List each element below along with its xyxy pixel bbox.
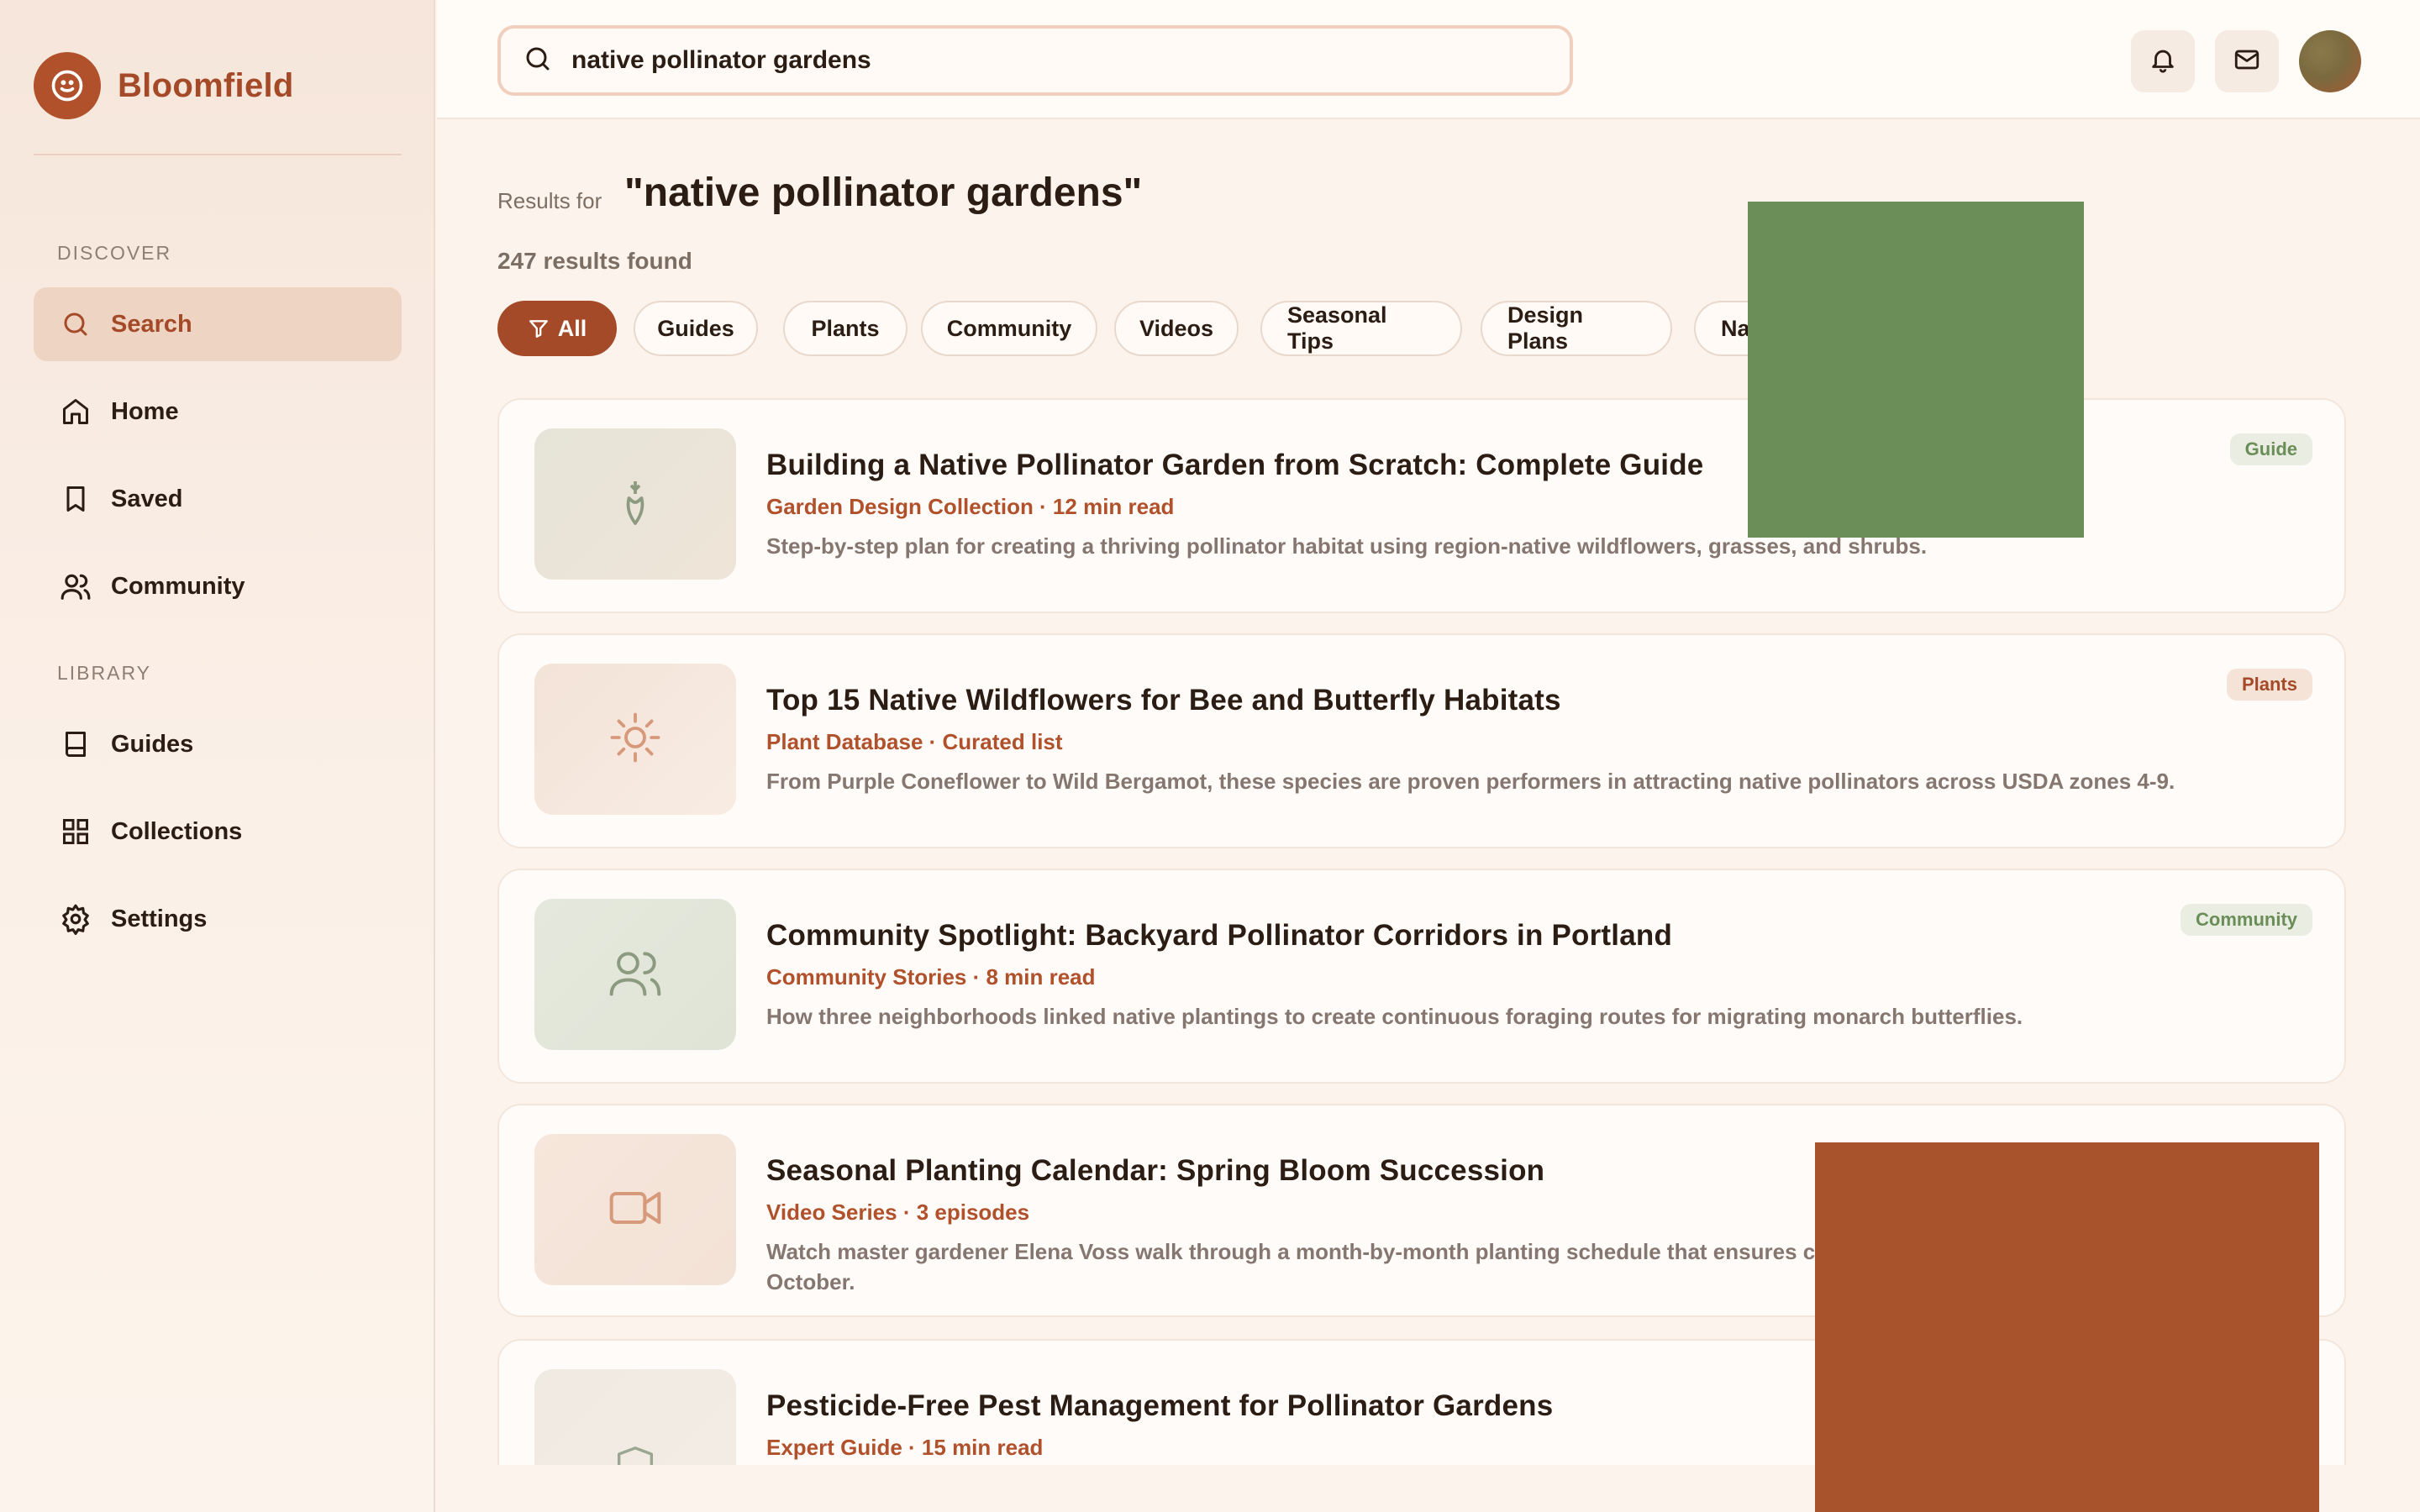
result-thumbnail	[534, 664, 736, 815]
book-icon	[59, 727, 92, 761]
sidebar-item-label: Search	[111, 310, 192, 338]
smiley-logo-icon	[34, 52, 101, 119]
search-bar[interactable]	[497, 25, 1573, 96]
home-icon	[59, 395, 92, 428]
result-meta: Community Stories · 8 min read	[766, 964, 1096, 990]
search-icon	[59, 307, 92, 341]
result-meta: Video Series · 3 episodes	[766, 1200, 1030, 1225]
messages-button[interactable]	[2215, 30, 2279, 92]
filter-chip-plants[interactable]: Plants	[783, 301, 908, 356]
color-block-rust	[1815, 1142, 2319, 1512]
filter-chip-videos[interactable]: Videos	[1114, 301, 1239, 356]
result-title[interactable]: Seasonal Planting Calendar: Spring Bloom…	[766, 1154, 1544, 1188]
result-title[interactable]: Pesticide-Free Pest Management for Polli…	[766, 1389, 1553, 1423]
result-description: From Purple Coneflower to Wild Bergamot,…	[766, 769, 2175, 794]
sidebar-item-label: Home	[111, 397, 179, 425]
video-camera-icon	[607, 1179, 664, 1241]
sidebar-item-community[interactable]: Community	[34, 549, 402, 623]
result-title[interactable]: Building a Native Pollinator Garden from…	[766, 449, 1703, 482]
brand-name: Bloomfield	[118, 66, 294, 104]
section-label-discover: DISCOVER	[57, 242, 172, 264]
grid-icon	[59, 815, 92, 848]
sidebar-item-home[interactable]: Home	[34, 375, 402, 449]
page-title: "native pollinator gardens"	[624, 171, 1143, 215]
sidebar-item-label: Settings	[111, 905, 208, 932]
users-icon	[607, 944, 664, 1005]
result-meta: Garden Design Collection · 12 min read	[766, 494, 1175, 519]
notifications-button[interactable]	[2131, 30, 2195, 92]
sidebar-item-label: Collections	[111, 817, 243, 845]
sidebar-item-search[interactable]: Search	[34, 287, 402, 361]
search-icon	[523, 44, 553, 78]
section-label-library: LIBRARY	[57, 662, 152, 684]
sidebar-item-label: Community	[111, 572, 245, 600]
sidebar-item-settings[interactable]: Settings	[34, 882, 402, 956]
bell-icon	[2149, 45, 2177, 78]
mail-icon	[2233, 45, 2261, 78]
result-card[interactable]: Top 15 Native Wildflowers for Bee and Bu…	[497, 633, 2346, 848]
sidebar-item-guides[interactable]: Guides	[34, 707, 402, 781]
avatar[interactable]	[2299, 30, 2361, 92]
status-badge: Community	[2181, 904, 2312, 936]
result-title[interactable]: Community Spotlight: Backyard Pollinator…	[766, 919, 1672, 953]
sidebar-item-label: Guides	[111, 730, 194, 758]
brand[interactable]: Bloomfield	[34, 52, 294, 119]
gear-icon	[59, 902, 92, 936]
filter-chips: All Guides Plants Community Videos Seaso…	[497, 301, 1926, 356]
color-block-green	[1748, 202, 2084, 538]
filter-chip-design-plans[interactable]: Design Plans	[1481, 301, 1672, 356]
status-badge: Guide	[2229, 433, 2312, 465]
filter-chip-community[interactable]: Community	[921, 301, 1097, 356]
result-thumbnail	[534, 899, 736, 1050]
filter-icon	[528, 318, 550, 339]
bookmark-icon	[59, 482, 92, 516]
sun-icon	[608, 710, 663, 769]
sidebar: Bloomfield DISCOVER Search Home Saved Co…	[0, 0, 435, 1512]
results-for-label: Results for	[497, 188, 602, 213]
filter-chip-guides[interactable]: Guides	[634, 301, 758, 356]
result-meta: Plant Database · Curated list	[766, 729, 1063, 754]
results-count: 247 results found	[497, 248, 692, 274]
result-title[interactable]: Top 15 Native Wildflowers for Bee and Bu…	[766, 684, 1561, 717]
result-thumbnail	[534, 428, 736, 580]
result-card[interactable]: Community Spotlight: Backyard Pollinator…	[497, 869, 2346, 1084]
filter-chip-seasonal-tips[interactable]: Seasonal Tips	[1260, 301, 1462, 356]
sidebar-item-label: Saved	[111, 485, 183, 512]
users-icon	[59, 570, 92, 603]
result-thumbnail	[534, 1134, 736, 1285]
sidebar-item-saved[interactable]: Saved	[34, 462, 402, 536]
top-bar	[437, 0, 2420, 119]
status-badge: Plants	[2226, 669, 2312, 701]
divider	[34, 154, 402, 155]
result-description: How three neighborhoods linked native pl…	[766, 1004, 2023, 1029]
sidebar-item-collections[interactable]: Collections	[34, 795, 402, 869]
result-meta: Expert Guide · 15 min read	[766, 1435, 1044, 1460]
search-input[interactable]	[571, 46, 1538, 75]
filter-chip-all[interactable]: All	[497, 301, 617, 356]
flower-bud-icon	[610, 477, 660, 532]
